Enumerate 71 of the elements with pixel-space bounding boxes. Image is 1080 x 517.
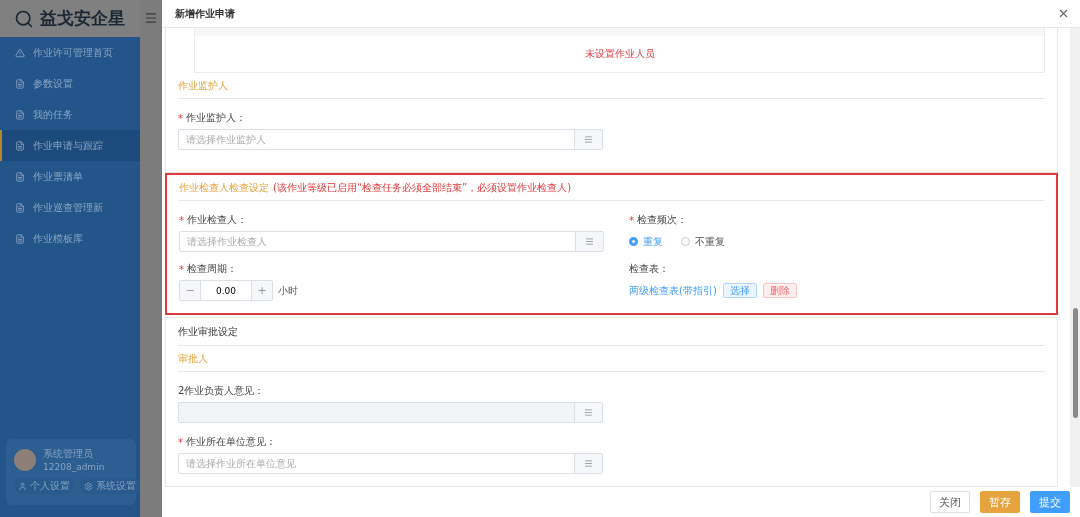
field-label: 作业监护人： (186, 111, 246, 125)
settings-icon (84, 481, 93, 491)
input-field[interactable]: 请选择作业监护人 (179, 130, 574, 149)
radio-option[interactable]: 不重复 (681, 234, 725, 249)
menu-item[interactable]: 作业模板库 (0, 223, 140, 254)
required-mark: * (178, 436, 183, 448)
checklist-link[interactable]: 两级检查表(带指引) (629, 283, 717, 298)
delete-button[interactable]: 删除 (762, 283, 797, 298)
input-field[interactable]: 请选择作业检查人 (180, 232, 575, 251)
field-label: 检查表： (629, 262, 669, 276)
menu-item[interactable]: 作业许可管理首页 (0, 37, 140, 68)
select-field[interactable]: 请选择作业所在单位意见 (178, 453, 603, 474)
list-icon (584, 459, 593, 468)
section-title: 作业检查人检查设定 (179, 180, 269, 195)
user-name: 系统管理员 (43, 447, 94, 461)
menu-item[interactable]: 作业申请与跟踪 (0, 130, 140, 161)
list-button[interactable] (574, 130, 602, 149)
required-mark: * (629, 214, 634, 226)
list-icon (585, 237, 594, 246)
footer-button[interactable]: 提交 (1030, 491, 1070, 513)
required-mark: * (179, 263, 184, 275)
dialog-title: 新增作业申请 (175, 6, 235, 21)
menu-icon[interactable] (144, 11, 158, 25)
avatar (14, 448, 36, 471)
document-icon (15, 202, 25, 213)
required-mark: * (179, 214, 184, 226)
select-button[interactable]: 选择 (722, 283, 757, 298)
scrollbar-thumb[interactable] (1072, 308, 1078, 418)
field-label: 作业检查人： (187, 213, 247, 227)
list-icon (584, 408, 593, 417)
field-label: 作业所在单位意见： (186, 435, 276, 449)
list-button[interactable] (574, 454, 602, 473)
field-label: 检查频次： (637, 213, 687, 227)
menu-item[interactable]: 作业巡查管理新 (0, 192, 140, 223)
select-field[interactable]: 请选择作业检查人 (179, 231, 604, 252)
increment-button[interactable]: + (252, 281, 272, 300)
document-icon (15, 171, 25, 182)
menu-item[interactable]: 我的任务 (0, 99, 140, 130)
menu-item[interactable]: 作业票清单 (0, 161, 140, 192)
radio-option[interactable]: 重复 (629, 234, 663, 249)
menu-item[interactable]: 参数设置 (0, 68, 140, 99)
list-button[interactable] (575, 232, 603, 251)
section-note: (该作业等级已启用“检查任务必须全部结束”，必须设置作业检查人) (273, 180, 572, 195)
card-title: 作业审批设定 (178, 324, 238, 339)
field-label: 2作业负责人意见： (178, 384, 265, 398)
select-field[interactable]: 请选择作业监护人 (178, 129, 603, 150)
logo-icon (14, 8, 34, 29)
close-icon[interactable] (1057, 7, 1070, 20)
person-icon (18, 481, 27, 491)
decrement-button[interactable]: − (180, 281, 200, 300)
document-icon (15, 78, 25, 89)
document-icon (15, 109, 25, 120)
empty-message: 未设置作业人员 (584, 47, 655, 61)
warning-icon (15, 47, 25, 58)
section-title: 作业监护人 (178, 78, 228, 93)
field-label: 检查周期： (187, 262, 237, 276)
number-stepper[interactable]: − 0.00 + (179, 280, 273, 301)
document-icon (15, 140, 25, 151)
user-id: 12208_admin (43, 462, 105, 472)
footer-button[interactable]: 关闭 (930, 491, 970, 513)
footer-button[interactable]: 暂存 (980, 491, 1020, 513)
logo-text: 益戈安企星 (40, 7, 125, 30)
list-icon (584, 135, 593, 144)
user-action-button[interactable]: 个人设置 (14, 478, 74, 494)
section-title: 审批人 (178, 351, 208, 366)
unit-label: 小时 (278, 283, 298, 298)
user-action-button[interactable]: 系统设置 (80, 478, 140, 494)
input-field[interactable]: 请选择作业所在单位意见 (179, 454, 574, 473)
number-input[interactable]: 0.00 (200, 281, 252, 300)
required-mark: * (178, 112, 183, 124)
document-icon (15, 233, 25, 244)
